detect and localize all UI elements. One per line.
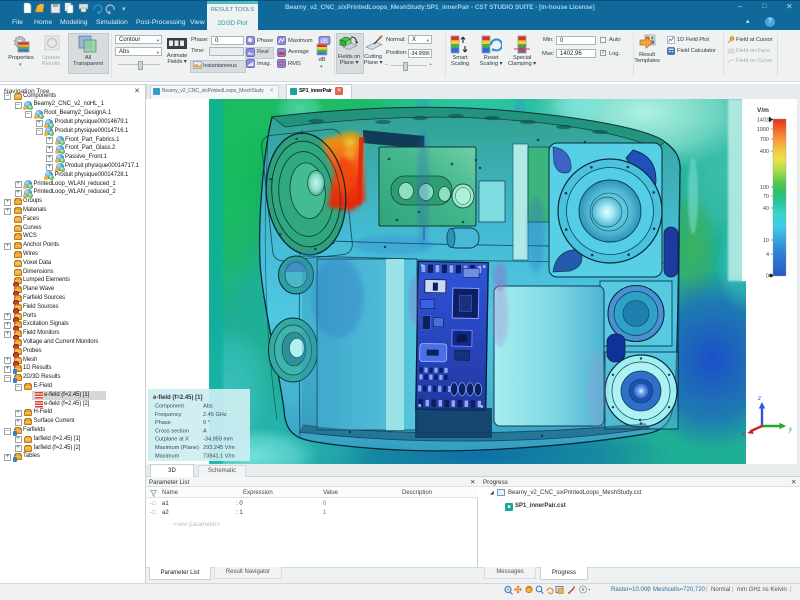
svg-text:Phase: Phase [155,420,171,426]
svg-text:▾: ▾ [122,6,126,13]
svg-text:e-field (f=2.45) [1]: e-field (f=2.45) [1] [153,395,203,401]
svg-text:Maximum (Plane): Maximum (Plane) [155,445,199,451]
svg-text:70: 70 [763,194,769,200]
svg-text:4: 4 [766,252,769,258]
svg-text:2.45 GHz: 2.45 GHz [203,412,227,418]
svg-text:Frequency: Frequency [155,412,182,418]
svg-text:100: 100 [760,185,769,191]
svg-text:-34.959 mm: -34.959 mm [203,437,233,443]
svg-text:1403: 1403 [757,118,769,124]
svg-text:0: 0 [766,274,769,280]
svg-text:0 °: 0 ° [203,420,210,426]
svg-text:700: 700 [760,137,769,143]
svg-text:400: 400 [760,149,769,155]
svg-text:Maximum: Maximum [155,453,180,459]
svg-text:Component: Component [155,404,184,410]
svg-text:V/m: V/m [757,107,769,114]
svg-text:10: 10 [763,238,769,244]
svg-text:293.245 V/m: 293.245 V/m [203,445,235,451]
svg-text:40: 40 [763,206,769,212]
svg-text:z: z [757,396,761,402]
svg-text:Cross section: Cross section [155,428,189,434]
svg-text:73941.1 V/m: 73941.1 V/m [203,453,235,459]
svg-text:1000: 1000 [757,127,769,133]
svg-text:Cutplane at X: Cutplane at X [155,437,189,443]
svg-text:A: A [203,428,207,434]
svg-text:Abs: Abs [203,404,213,410]
